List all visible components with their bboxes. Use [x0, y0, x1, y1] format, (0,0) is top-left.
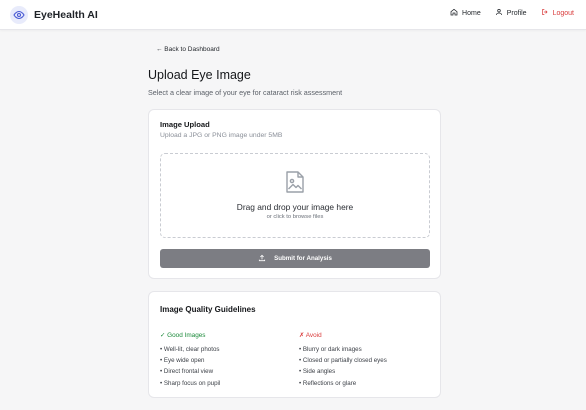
upload-card-title: Image Upload: [160, 120, 210, 129]
list-item: • Direct frontal view: [160, 368, 214, 376]
image-dropzone[interactable]: Drag and drop your image here or click t…: [160, 153, 430, 238]
nav-home[interactable]: Home: [450, 8, 481, 18]
image-upload-card: Image Upload Upload a JPG or PNG image u…: [148, 109, 441, 279]
logout-icon: [541, 8, 549, 18]
list-item: • Blurry or dark images: [299, 346, 362, 353]
list-item: • Sharp focus on pupil: [160, 379, 221, 387]
good-images-list: • Well-lit, clear photos • Eye wide open…: [160, 344, 295, 389]
good-images-heading: ✓ Good Images: [160, 332, 206, 339]
brand[interactable]: EyeHealth AI: [10, 6, 98, 24]
eye-icon: [10, 6, 28, 24]
guidelines-title: Image Quality Guidelines: [160, 305, 256, 314]
nav-logout[interactable]: Logout: [541, 8, 574, 18]
dropzone-main-text: Drag and drop your image here: [236, 202, 354, 212]
page-subtitle: Select a clear image of your eye for cat…: [148, 88, 343, 97]
main-nav: Home Profile Logout: [450, 8, 574, 18]
list-item: • Side angles: [299, 368, 336, 376]
submit-for-analysis-button[interactable]: Submit for Analysis: [160, 249, 430, 268]
user-icon: [495, 8, 503, 18]
nav-home-label: Home: [462, 9, 481, 17]
upload-icon: [258, 254, 266, 264]
top-navbar: EyeHealth AI Home Profile Logout: [0, 0, 586, 30]
nav-logout-label: Logout: [552, 9, 574, 17]
avoid-heading: ✗ Avoid: [299, 332, 322, 339]
list-item: • Well-lit, clear photos: [160, 346, 220, 353]
list-item: • Eye wide open: [160, 357, 205, 365]
home-icon: [450, 8, 458, 18]
image-file-icon: [285, 170, 305, 199]
back-to-dashboard-link[interactable]: ← Back to Dashboard: [156, 46, 220, 53]
good-images-column: ✓ Good Images • Well-lit, clear photos •…: [160, 331, 295, 389]
dropzone-sub-text: or click to browse files: [266, 214, 324, 220]
nav-profile[interactable]: Profile: [495, 8, 527, 18]
app-name: EyeHealth AI: [34, 9, 98, 21]
page-title: Upload Eye Image: [148, 68, 251, 82]
submit-button-label: Submit for Analysis: [274, 255, 332, 262]
list-item: • Reflections or glare: [299, 379, 357, 387]
avoid-column: ✗ Avoid • Blurry or dark images • Closed…: [299, 331, 434, 389]
nav-profile-label: Profile: [506, 9, 527, 17]
upload-card-subtitle: Upload a JPG or PNG image under 5MB: [160, 132, 283, 139]
list-item: • Closed or partially closed eyes: [299, 357, 387, 365]
image-quality-guidelines-card: Image Quality Guidelines ✓ Good Images •…: [148, 291, 441, 398]
avoid-list: • Blurry or dark images • Closed or part…: [299, 344, 434, 389]
